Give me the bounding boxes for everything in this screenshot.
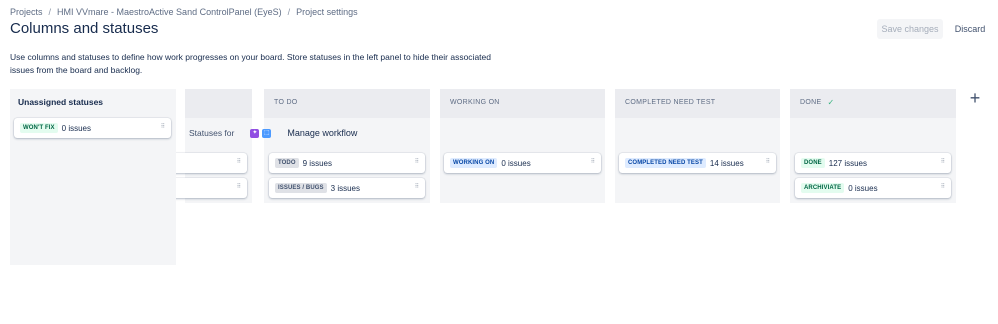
status-card-todo[interactable]: TODO 9 issues ⠿ [269, 153, 425, 173]
save-changes-button[interactable]: Save changes [877, 19, 943, 39]
status-lozenge: ISSUES / BUGS [275, 183, 327, 193]
column-header-to-do[interactable]: TO DO [264, 89, 430, 118]
drag-handle-icon[interactable]: ⠿ [766, 159, 770, 166]
drag-handle-icon[interactable]: ⠿ [161, 124, 165, 131]
status-card-completed-need-test[interactable]: COMPLETED NEED TEST 14 issues ⠿ [619, 153, 776, 173]
drag-handle-icon[interactable]: ⠿ [415, 159, 419, 166]
status-card-working-on[interactable]: WORKING ON 0 issues ⠿ [444, 153, 601, 173]
issue-count: 14 issues [709, 158, 744, 168]
issue-count: 127 issues [828, 158, 867, 168]
column-name: WORKING ON [450, 99, 500, 106]
column-name: DONE [800, 99, 822, 106]
breadcrumb-separator: / [48, 7, 52, 17]
status-card-wont-fix[interactable]: WON'T FIX 0 issues ⠿ [14, 118, 171, 138]
page-title: Columns and statuses [10, 20, 159, 37]
status-lozenge: DONE [801, 158, 825, 168]
column-working-on: WORKING ON [440, 89, 605, 203]
status-card-issues-bugs[interactable]: ISSUES / BUGS 3 issues ⠿ [269, 178, 425, 198]
status-lozenge: TODO [275, 158, 299, 168]
breadcrumb: Projects / HMI VVmare - MaestroActive Sa… [10, 7, 358, 17]
issue-count: 9 issues [302, 158, 332, 168]
status-lozenge: COMPLETED NEED TEST [625, 158, 706, 168]
drag-handle-icon[interactable]: ⠿ [591, 159, 595, 166]
column-name: COMPLETED NEED TEST [625, 99, 716, 106]
column-header-working-on[interactable]: WORKING ON [440, 89, 605, 118]
unassigned-statuses-title: Unassigned statuses [18, 97, 104, 107]
blue-project-icon: ⬚ [262, 128, 272, 138]
issue-count: 3 issues [330, 183, 361, 193]
column-name: TO DO [274, 99, 298, 106]
issue-count: 0 issues [848, 183, 878, 193]
drag-handle-icon[interactable]: ⠿ [237, 184, 241, 191]
discard-button[interactable]: Discard [950, 19, 990, 39]
drag-handle-icon[interactable]: ⠿ [237, 159, 241, 166]
breadcrumb-project-settings[interactable]: Project settings [296, 7, 358, 17]
issue-count: 0 issues [61, 123, 92, 133]
breadcrumb-separator: / [287, 7, 291, 17]
drag-handle-icon[interactable]: ⠿ [415, 184, 419, 191]
status-lozenge: ARCHIVIATE [801, 183, 845, 193]
manage-workflow-link[interactable]: Manage workflow [287, 128, 357, 138]
check-icon: ✓ [827, 98, 835, 107]
workflow-row: Statuses for ✦ ⬚ Manage workflow [189, 128, 357, 138]
column-header[interactable] [185, 89, 252, 118]
column-completed-need-test: COMPLETED NEED TEST [615, 89, 780, 203]
drag-handle-icon[interactable]: ⠿ [941, 184, 945, 191]
issue-count: 0 issues [501, 158, 531, 168]
add-column-button[interactable]: + [965, 89, 985, 109]
status-card-done[interactable]: DONE 127 issues ⠿ [795, 153, 951, 173]
purple-project-icon: ✦ [250, 128, 260, 138]
column-header-done[interactable]: DONE ✓ [790, 89, 956, 118]
status-lozenge: WON'T FIX [20, 123, 58, 133]
breadcrumb-project[interactable]: HMI VVmare - MaestroActive Sand ControlP… [57, 7, 282, 17]
page-description: Use columns and statuses to define how w… [10, 52, 491, 75]
unassigned-statuses-panel: Unassigned statuses WON'T FIX 0 issues ⠿ [10, 89, 176, 265]
drag-handle-icon[interactable]: ⠿ [941, 159, 945, 166]
status-lozenge: WORKING ON [450, 158, 498, 168]
column-header-completed-need-test[interactable]: COMPLETED NEED TEST [615, 89, 780, 118]
breadcrumb-projects[interactable]: Projects [10, 7, 43, 17]
status-card-archiviate[interactable]: ARCHIVIATE 0 issues ⠿ [795, 178, 951, 198]
statuses-for-label: Statuses for [189, 128, 235, 138]
